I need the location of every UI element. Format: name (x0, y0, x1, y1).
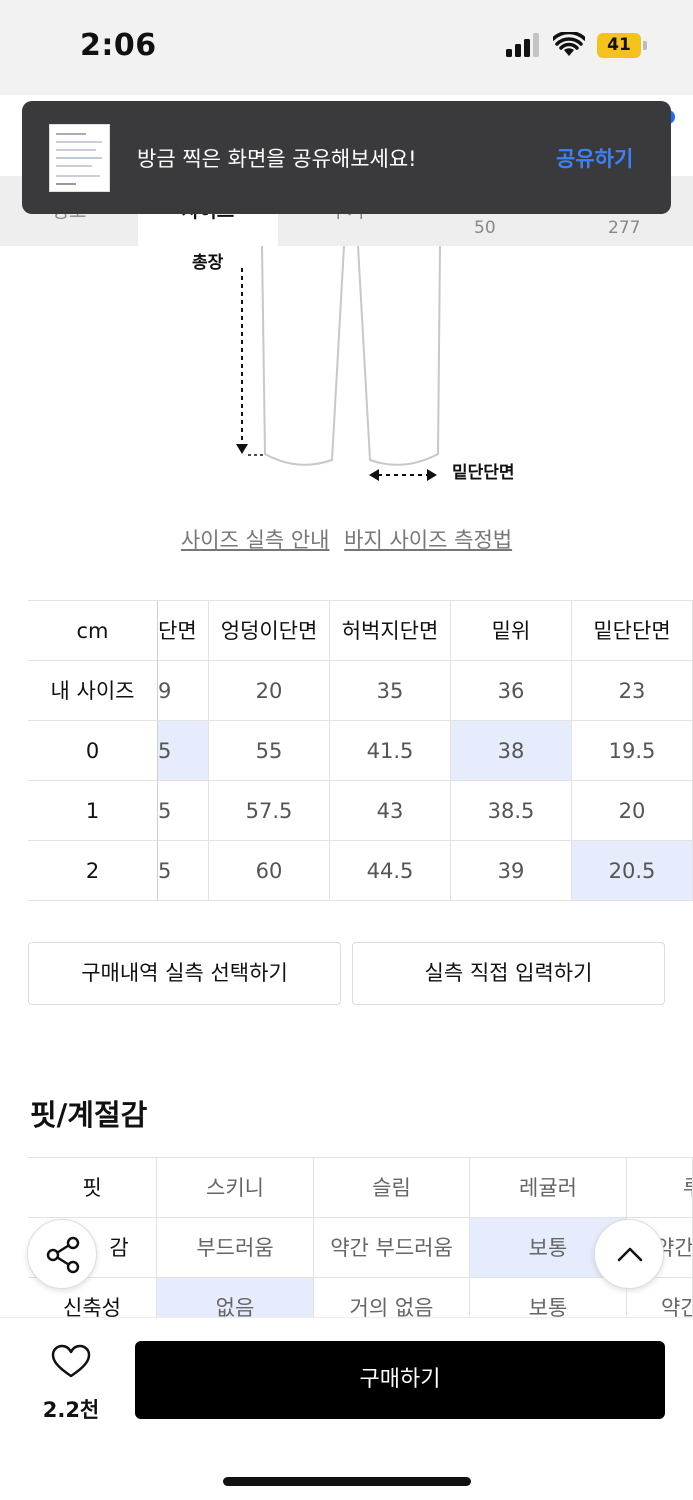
table-cell: 44.5 (330, 841, 451, 901)
fit-option: 슬림 (314, 1158, 470, 1218)
table-cell: 55 (209, 721, 330, 781)
share-icon (46, 1236, 80, 1274)
table-cell: 5 (158, 841, 209, 901)
texture-option: 부드러움 (157, 1218, 314, 1278)
table-cell: 41.5 (330, 721, 451, 781)
header-cell: 허벅지단면 (330, 601, 451, 661)
fit-option: 레귤러 (470, 1158, 627, 1218)
scroll-top-button[interactable] (594, 1219, 664, 1289)
like-count: 2.2천 (42, 1398, 100, 1422)
fit-table: 핏 스키니 슬림 레귤러 루 감 부드러움 약간 부드러움 보통 약간 신축성 … (28, 1157, 693, 1338)
table-cell: 19.5 (572, 721, 693, 781)
fit-option: 루 (627, 1158, 693, 1218)
size-table-row-labels: cm 내 사이즈 0 1 2 (28, 600, 158, 902)
total-length-label: 총장 (192, 253, 224, 273)
table-cell: 20 (572, 781, 693, 841)
like-button[interactable]: 2.2천 (36, 1342, 106, 1422)
table-cell: 20 (209, 661, 330, 721)
bottom-purchase-bar: 2.2천 구매하기 (0, 1317, 693, 1500)
table-cell: 38.5 (451, 781, 572, 841)
share-toast[interactable]: 방금 찍은 화면을 공유해보세요! 공유하기 (22, 101, 671, 214)
table-cell: 5 (158, 721, 209, 781)
row-label-my-size: 내 사이즈 (28, 661, 158, 721)
fit-option: 스키니 (157, 1158, 314, 1218)
purchase-history-measure-button[interactable]: 구매내역 실측 선택하기 (28, 942, 341, 1005)
size-guide-link[interactable]: 사이즈 실측 안내 (181, 528, 330, 552)
size-guide-links: 사이즈 실측 안내 바지 사이즈 측정법 (0, 524, 693, 554)
heart-icon (51, 1344, 91, 1378)
screenshot-thumbnail[interactable] (49, 124, 110, 192)
table-cell: 5 (158, 781, 209, 841)
row-label-size-2: 2 (28, 841, 158, 901)
pants-diagram: 총장 밑단단면 (0, 245, 693, 506)
status-time: 2:06 (80, 28, 157, 63)
header-cell: 밑위 (451, 601, 572, 661)
chevron-up-icon (617, 1247, 643, 1262)
header-cell: 엉덩이단면 (209, 601, 330, 661)
cellular-signal-icon (506, 33, 539, 57)
pants-illustration (236, 245, 441, 481)
share-float-button[interactable] (27, 1219, 97, 1289)
table-cell: 23 (572, 661, 693, 721)
tab-5-count: 277 (608, 218, 641, 238)
battery-indicator: 41 (597, 33, 647, 58)
table-cell: 43 (330, 781, 451, 841)
texture-option: 약간 부드러움 (314, 1218, 470, 1278)
table-cell: 9 (158, 661, 209, 721)
row-label-size-1: 1 (28, 781, 158, 841)
table-cell: 39 (451, 841, 572, 901)
home-indicator[interactable] (223, 1477, 471, 1486)
wifi-icon (553, 32, 585, 56)
pants-measure-link[interactable]: 바지 사이즈 측정법 (344, 528, 512, 552)
tab-4-count: 50 (474, 218, 496, 238)
status-bar: 2:06 41 (0, 0, 693, 95)
hem-width-label: 밑단단면 (452, 463, 515, 483)
row-label-size-0: 0 (28, 721, 158, 781)
header-cell: 단면 (158, 601, 209, 661)
table-cell: 35 (330, 661, 451, 721)
size-table-unit: cm (28, 601, 158, 661)
table-cell: 60 (209, 841, 330, 901)
table-cell: 38 (451, 721, 572, 781)
toast-message: 방금 찍은 화면을 공유해보세요! (137, 147, 417, 171)
battery-cap (643, 41, 647, 50)
table-cell: 20.5 (572, 841, 693, 901)
header-cell: 밑단단면 (572, 601, 693, 661)
fit-row-label: 핏 (28, 1158, 157, 1218)
table-cell: 57.5 (209, 781, 330, 841)
buy-button[interactable]: 구매하기 (135, 1341, 665, 1419)
battery-level: 41 (597, 33, 641, 58)
fit-season-title: 핏/계절감 (30, 1098, 148, 1132)
share-button[interactable]: 공유하기 (556, 143, 633, 173)
direct-input-measure-button[interactable]: 실측 직접 입력하기 (352, 942, 665, 1005)
table-cell: 36 (451, 661, 572, 721)
